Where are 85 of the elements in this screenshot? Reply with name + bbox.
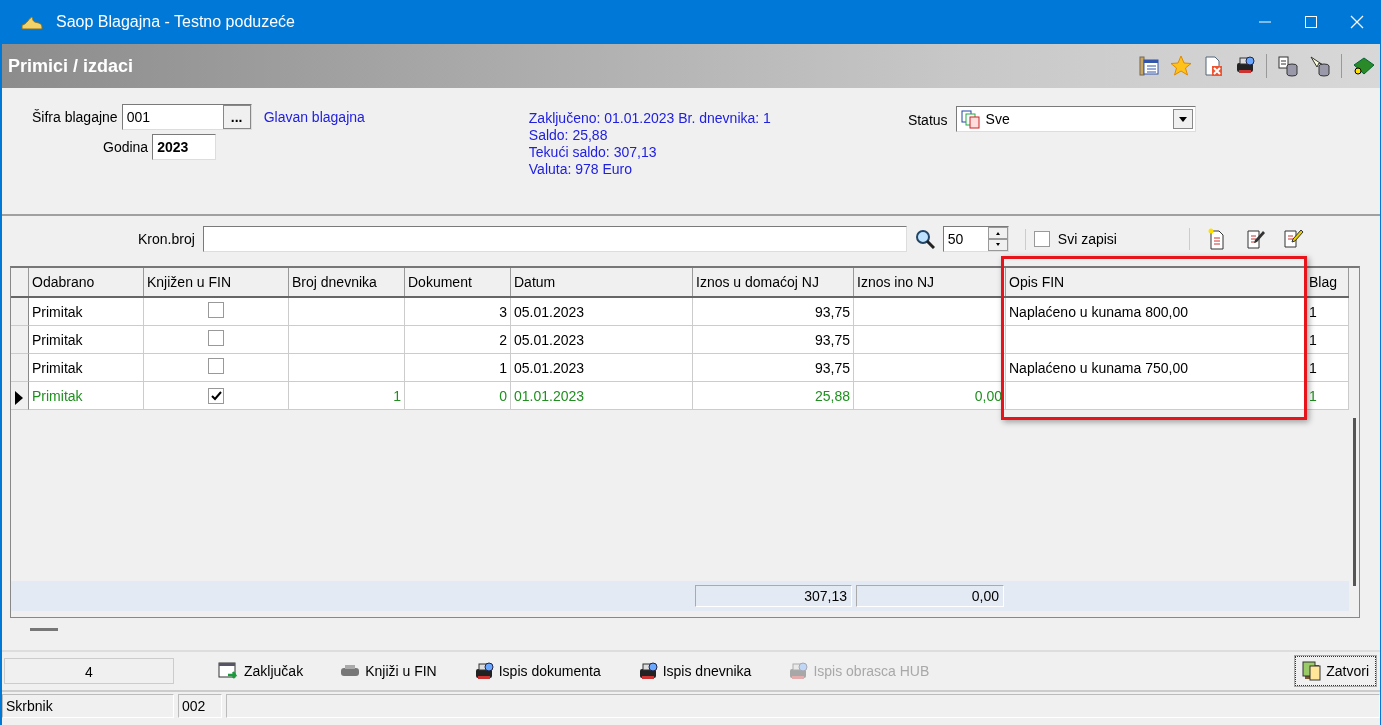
column-header[interactable]: Knjižen u FIN (144, 268, 289, 296)
table-cell: 1 (1306, 326, 1349, 354)
app-icon (20, 13, 44, 31)
column-header[interactable]: Blag (1306, 268, 1349, 296)
toolbar-button[interactable]: Knjiži u FIN (335, 658, 441, 684)
record-count: 4 (4, 658, 174, 684)
edit-document-icon[interactable] (1281, 228, 1304, 250)
field-label: Kron.broj (138, 229, 195, 249)
field-label: Šifra blagajne (32, 107, 118, 127)
number-spinner[interactable]: 50 (942, 226, 1009, 252)
column-header[interactable]: Iznos ino NJ (854, 268, 1006, 296)
code-field[interactable]: 001 ... (121, 104, 252, 130)
status-user: Skrbnik (2, 694, 174, 718)
checkbox-label: Svi zapisi (1057, 229, 1117, 249)
table-cell: Primitak (29, 382, 144, 410)
list-icon (960, 109, 980, 129)
table-cell: 25,88 (693, 382, 854, 410)
checkbox[interactable] (1033, 231, 1050, 247)
table-cell: 1 (1306, 382, 1349, 410)
table-cell: 93,75 (693, 298, 854, 326)
table-cell: Primitak (29, 326, 144, 354)
total-cell: 307,13 (695, 585, 852, 607)
table-cell: 1 (289, 382, 405, 410)
column-header[interactable]: Dokument (405, 268, 511, 296)
field-label: Godina (103, 137, 149, 157)
spinner-arrows-icon[interactable] (987, 227, 1008, 251)
toolbar-button[interactable]: Ispis dnevnika (632, 658, 756, 684)
status-code: 002 (178, 694, 222, 718)
table-cell: 05.01.2023 (511, 298, 693, 326)
database-icon[interactable] (1309, 55, 1331, 77)
table-cell: 3 (405, 298, 511, 326)
info-text: Zaključeno: 01.01.2023 Br. dnevnika: 1 (528, 110, 771, 127)
table-cell: Naplaćeno u kunama 800,00 (1006, 298, 1306, 326)
info-text: Saldo: 25,88 (528, 127, 609, 144)
dropdown-value: Sve (985, 109, 1011, 129)
table-cell: 1 (1306, 298, 1349, 326)
table-cell: 05.01.2023 (511, 326, 693, 354)
column-header[interactable]: Iznos u domaćoj NJ (693, 268, 854, 296)
table-cell: Naplaćeno u kunama 750,00 (1006, 354, 1306, 382)
checkbox[interactable] (208, 358, 224, 374)
table-cell: 93,75 (693, 326, 854, 354)
table-cell: Primitak (29, 298, 144, 326)
window-title: Saop Blagajna - Testno poduzeće (56, 12, 295, 32)
column-header[interactable]: Datum (511, 268, 693, 296)
delete-document-icon[interactable] (1202, 55, 1224, 77)
table-cell: 0,00 (854, 382, 1006, 410)
exit-icon (1302, 660, 1323, 682)
scrollbar-thumb[interactable] (1352, 418, 1356, 586)
star-icon[interactable] (1170, 55, 1192, 77)
close-period-icon (218, 661, 240, 681)
columns-icon[interactable] (1138, 55, 1160, 77)
checkbox[interactable] (208, 330, 224, 346)
table-cell: 01.01.2023 (511, 382, 693, 410)
column-header[interactable]: Opis FIN (1006, 268, 1306, 296)
info-text: Tekući saldo: 307,13 (528, 144, 658, 161)
info-text: Valuta: 978 Euro (528, 161, 634, 178)
splitter-handle[interactable] (30, 628, 58, 631)
search-field[interactable] (202, 226, 907, 252)
checkbox[interactable] (208, 302, 224, 318)
row-header[interactable] (11, 382, 29, 410)
status-dropdown[interactable]: Sve (955, 106, 1196, 132)
help-book-icon[interactable] (1352, 55, 1374, 77)
browse-button[interactable]: ... (222, 105, 251, 129)
table-cell: Primitak (29, 354, 144, 382)
table-cell: 0 (405, 382, 511, 410)
table-cell: 93,75 (693, 354, 854, 382)
table-cell: 2 (405, 326, 511, 354)
page-title: Primici / izdaci (8, 54, 134, 78)
table-cell: 1 (405, 354, 511, 382)
table-cell: 1 (1306, 354, 1349, 382)
column-header[interactable]: Broj dnevnika (289, 268, 405, 296)
checkbox[interactable] (208, 387, 224, 404)
column-header[interactable]: Odabrano (29, 268, 144, 296)
toolbar-button[interactable]: Zaključak (214, 658, 308, 684)
close-button[interactable]: Zatvori (1295, 656, 1376, 686)
year-field[interactable]: 2023 (152, 134, 217, 160)
search-icon[interactable] (914, 229, 935, 249)
total-cell: 0,00 (856, 585, 1004, 607)
database-icon[interactable] (1277, 55, 1299, 77)
print-icon (787, 661, 810, 681)
cash-register-name: Glavan blagajna (263, 107, 365, 127)
table-cell: 05.01.2023 (511, 354, 693, 382)
field-label: Status (907, 111, 948, 130)
current-row-icon (13, 390, 25, 407)
toolbar-button[interactable]: Ispis dokumenta (468, 658, 605, 684)
